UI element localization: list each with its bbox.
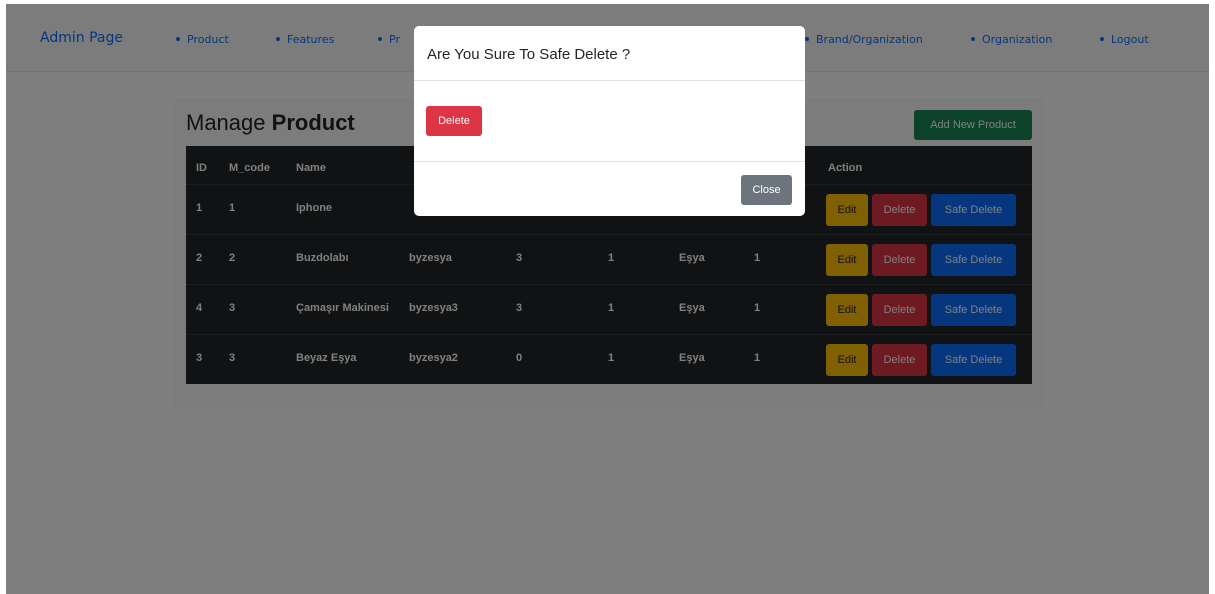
- modal-close-button[interactable]: Close: [741, 175, 792, 205]
- modal-body: Delete: [414, 81, 805, 161]
- app-frame: Admin Page Product Features Pr Brand/Org…: [6, 4, 1209, 594]
- modal-title: Are You Sure To Safe Delete ?: [427, 46, 631, 63]
- modal-header: Are You Sure To Safe Delete ?: [414, 26, 805, 81]
- modal-footer: Close: [414, 161, 805, 216]
- safe-delete-modal: Are You Sure To Safe Delete ? Delete Clo…: [414, 26, 805, 216]
- modal-delete-button[interactable]: Delete: [426, 106, 482, 136]
